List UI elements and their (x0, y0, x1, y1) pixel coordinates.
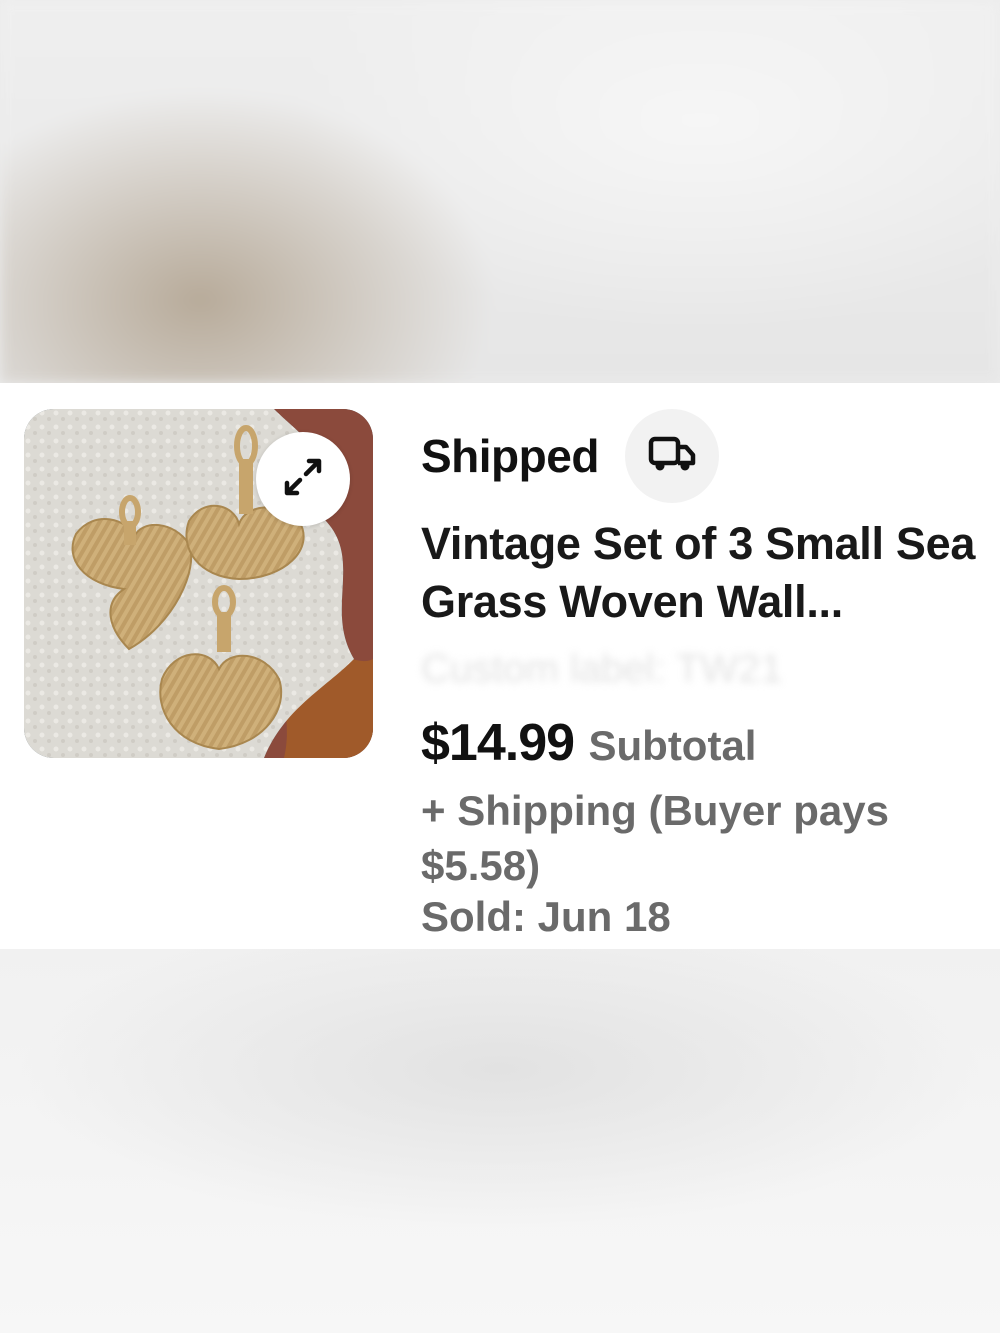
shipping-details-button[interactable] (624, 409, 719, 503)
item-price: $14.99 (421, 714, 575, 772)
blurred-background-top (0, 0, 1000, 383)
price-row: $14.99 Subtotal (421, 713, 756, 773)
shipping-info: + Shipping (Buyer pays $5.58) (421, 787, 889, 889)
truck-icon (648, 435, 696, 478)
listing-title[interactable]: Vintage Set of 3 Small Sea Grass Woven W… (421, 515, 996, 631)
status-label: Shipped (421, 430, 599, 482)
blurred-background-bottom (0, 949, 1000, 1333)
shipment-status: Shipped (421, 408, 719, 504)
expand-image-button[interactable] (256, 432, 350, 526)
sold-date: Sold: Jun 18 (421, 893, 671, 940)
custom-label: Custom label: TW21 (421, 647, 783, 691)
expand-icon (281, 455, 325, 504)
price-caption: Subtotal (588, 722, 757, 769)
